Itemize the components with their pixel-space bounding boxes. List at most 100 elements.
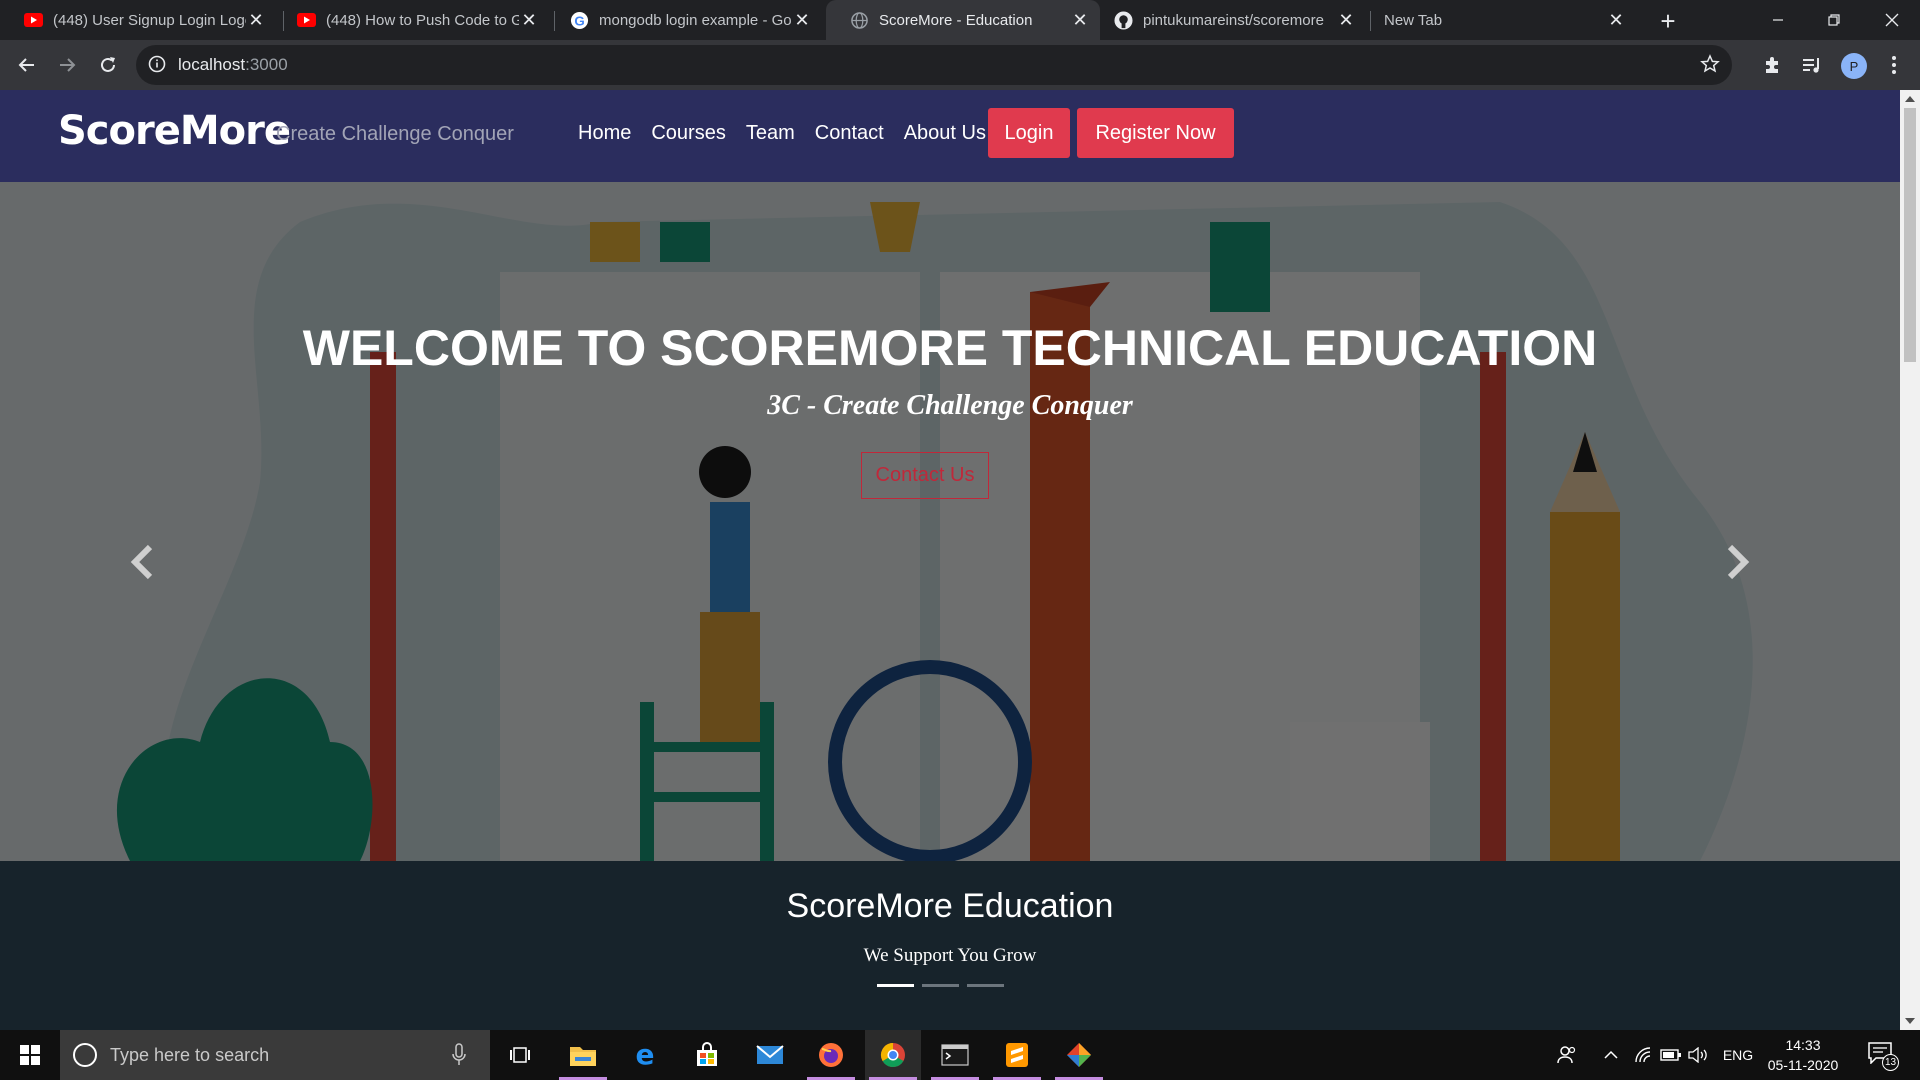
tab-close-icon[interactable]: ✕ <box>792 10 812 30</box>
taskbar-terminal[interactable] <box>927 1030 983 1080</box>
taskbar-search-box[interactable]: Type here to search <box>60 1030 490 1080</box>
forward-button[interactable] <box>52 50 82 80</box>
forward-arrow-icon <box>60 58 76 72</box>
reload-icon <box>101 57 115 72</box>
taskbar-clock[interactable]: 14:33 05-11-2020 <box>1760 1035 1846 1075</box>
taskbar-file-explorer[interactable] <box>555 1030 611 1080</box>
close-icon <box>1885 13 1899 27</box>
carousel-next-button[interactable] <box>1718 537 1758 587</box>
nav-team[interactable]: Team <box>746 122 795 145</box>
tab-github-repo[interactable]: pintukumareinst/scoremore ✕ <box>1090 0 1366 40</box>
taskbar-mail[interactable] <box>742 1030 798 1080</box>
terminal-icon <box>941 1044 969 1066</box>
address-bar[interactable]: localhost:3000 <box>136 45 1732 85</box>
tab-close-icon[interactable]: ✕ <box>246 10 266 30</box>
taskbar-firefox[interactable] <box>803 1030 859 1080</box>
tab-google-mongodb[interactable]: G mongodb login example - Go ✕ <box>546 0 822 40</box>
about-section: ScoreMore Education We Support You Grow <box>0 861 1900 1030</box>
folder-icon <box>570 1047 596 1066</box>
chrome-icon <box>880 1043 905 1068</box>
site-info-icon[interactable] <box>148 55 166 78</box>
scrollbar-thumb[interactable] <box>1904 108 1916 362</box>
tab-close-icon[interactable]: ✕ <box>519 10 539 30</box>
reload-button[interactable] <box>93 50 123 80</box>
taskbar-git-app[interactable] <box>1051 1030 1107 1080</box>
tab-close-icon[interactable]: ✕ <box>1336 10 1356 30</box>
nav-contact[interactable]: Contact <box>815 122 884 145</box>
taskbar-edge[interactable]: e <box>617 1030 673 1080</box>
new-tab-button[interactable]: + <box>1654 6 1682 36</box>
about-subtitle: We Support You Grow <box>863 945 1037 966</box>
tab-new-tab[interactable]: New Tab ✕ <box>1360 0 1636 40</box>
tab-youtube-signup[interactable]: (448) User Signup Login Logo ✕ <box>0 0 276 40</box>
taskbar-search-placeholder: Type here to search <box>110 1045 270 1065</box>
tab-close-icon[interactable]: ✕ <box>1070 10 1090 30</box>
action-center-button[interactable]: 13 <box>1868 1042 1899 1071</box>
address-url[interactable]: localhost:3000 <box>178 55 288 75</box>
indicator-bar <box>922 984 959 987</box>
bookmark-star-icon[interactable] <box>1700 54 1720 79</box>
hero-title: WELCOME TO SCOREMORE TECHNICAL EDUCATION <box>302 320 1598 376</box>
taskbar-sublime-text[interactable] <box>989 1030 1045 1080</box>
close-window-button[interactable] <box>1864 0 1920 40</box>
clock-time: 14:33 <box>1785 1037 1821 1053</box>
tab-title: (448) How to Push Code to G <box>326 11 519 29</box>
network-icon[interactable] <box>1630 1030 1656 1080</box>
indicator-bar-active <box>877 984 914 987</box>
tab-scoremore-active[interactable]: ScoreMore - Education ✕ <box>826 0 1100 40</box>
store-bag-icon <box>697 1042 717 1066</box>
clock-date: 05-11-2020 <box>1767 1057 1839 1073</box>
site-brand-logo[interactable]: ScoreMore <box>58 108 291 154</box>
tab-title: New Tab <box>1384 11 1443 29</box>
tab-close-icon[interactable]: ✕ <box>1606 10 1626 30</box>
profile-avatar[interactable]: P <box>1841 53 1867 79</box>
battery-icon[interactable] <box>1658 1030 1684 1080</box>
task-view-icon <box>510 1047 530 1063</box>
input-language[interactable]: ENG <box>1718 1030 1758 1080</box>
svg-text:G: G <box>574 13 584 28</box>
contact-us-button[interactable]: Contact Us <box>861 452 989 499</box>
login-button[interactable]: Login <box>988 108 1070 158</box>
extensions-puzzle-icon[interactable] <box>1760 53 1784 77</box>
chevron-left-icon <box>130 544 153 580</box>
page-viewport: ScoreMore Create Challenge Conquer Home … <box>0 90 1900 1030</box>
volume-icon[interactable] <box>1686 1030 1712 1080</box>
tab-title: mongodb login example - Go <box>599 11 792 29</box>
about-title: ScoreMore Education <box>786 887 1114 925</box>
back-button[interactable] <box>12 50 42 80</box>
show-hidden-icons-chevron-icon[interactable] <box>1598 1030 1624 1080</box>
scroll-down-arrow-icon[interactable] <box>1905 1018 1915 1024</box>
people-icon[interactable] <box>1552 1030 1582 1080</box>
url-host: localhost <box>178 55 246 74</box>
sublime-text-icon <box>1006 1043 1028 1067</box>
page-scrollbar[interactable] <box>1900 90 1920 1030</box>
kebab-menu-icon[interactable] <box>1882 53 1906 77</box>
tab-title: (448) User Signup Login Logo <box>53 11 246 29</box>
task-view-button[interactable] <box>492 1030 548 1080</box>
github-icon <box>1114 10 1133 30</box>
cortana-icon <box>73 1043 97 1067</box>
back-arrow-icon <box>18 58 34 72</box>
taskbar-store[interactable] <box>679 1030 735 1080</box>
register-button[interactable]: Register Now <box>1077 108 1234 158</box>
nav-courses[interactable]: Courses <box>651 122 725 145</box>
restore-button[interactable] <box>1806 0 1862 40</box>
mail-icon <box>756 1045 784 1064</box>
site-navbar: ScoreMore Create Challenge Conquer Home … <box>0 90 1900 182</box>
browser-tab-strip: (448) User Signup Login Logo ✕ (448) How… <box>0 0 1920 40</box>
nav-about-us[interactable]: About Us <box>904 122 986 145</box>
tab-youtube-push[interactable]: (448) How to Push Code to G ✕ <box>273 0 549 40</box>
carousel-prev-button[interactable] <box>122 537 162 587</box>
scroll-up-arrow-icon[interactable] <box>1905 96 1915 102</box>
media-queue-icon[interactable] <box>1800 53 1824 77</box>
indicator-bar <box>967 984 1004 987</box>
minimize-button[interactable] <box>1750 0 1806 40</box>
nav-home[interactable]: Home <box>578 122 631 145</box>
taskbar-chrome[interactable] <box>865 1030 921 1080</box>
firefox-icon <box>819 1043 843 1067</box>
globe-icon <box>850 11 869 30</box>
google-icon: G <box>570 11 589 30</box>
edge-icon: e <box>636 1042 655 1068</box>
start-button[interactable] <box>0 1030 60 1080</box>
microphone-icon[interactable] <box>452 1043 466 1072</box>
